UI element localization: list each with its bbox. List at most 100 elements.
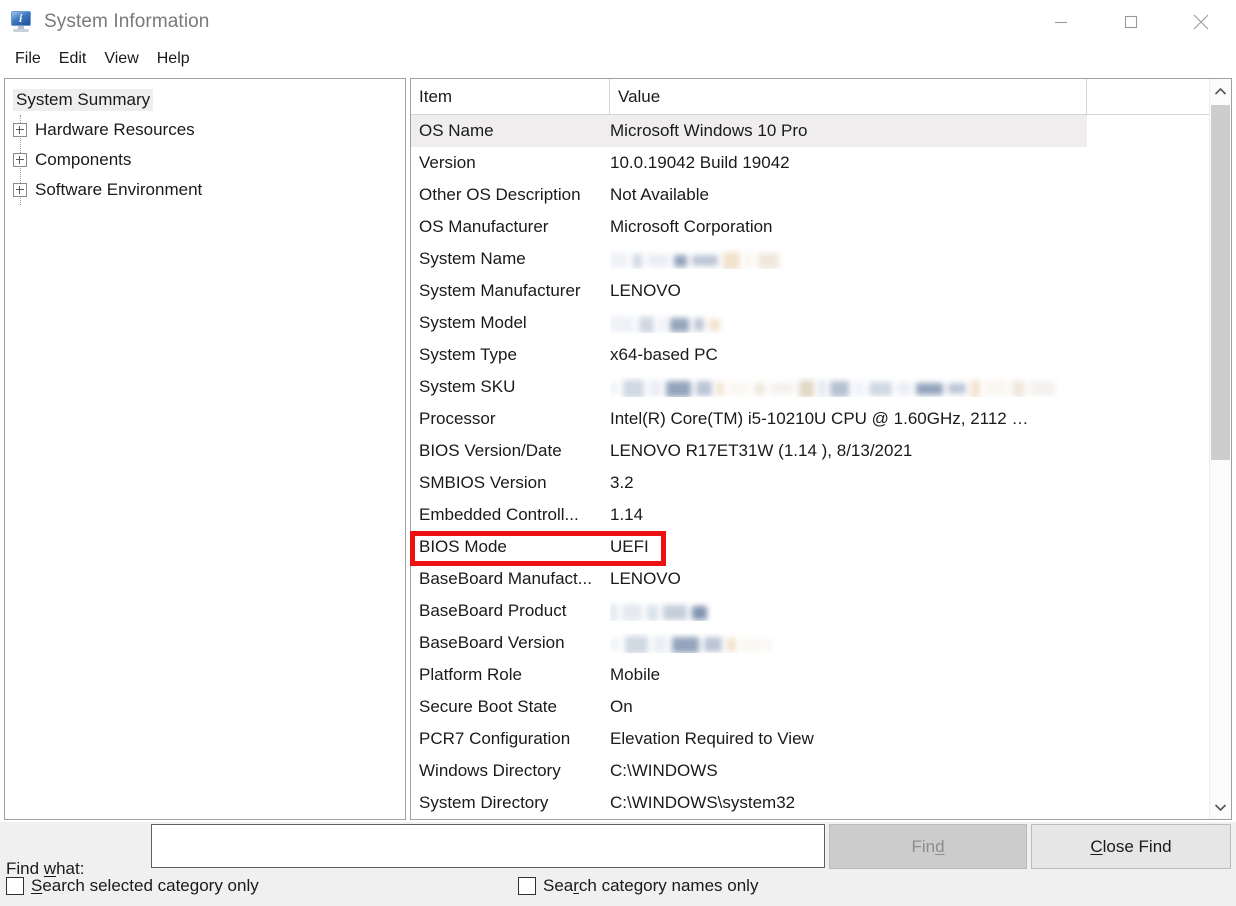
cell-item: Processor xyxy=(411,409,610,429)
table-row[interactable]: Secure Boot StateOn xyxy=(411,691,1231,723)
find-input-wrapper[interactable] xyxy=(151,824,825,868)
cell-item: Secure Boot State xyxy=(411,697,610,717)
detail-list-rows: OS NameMicrosoft Windows 10 ProVersion10… xyxy=(411,115,1231,819)
tree-item-label: Software Environment xyxy=(35,180,202,200)
table-row[interactable]: OS NameMicrosoft Windows 10 Pro xyxy=(411,115,1087,147)
cell-item: System Model xyxy=(411,313,610,333)
tree-item-label: Components xyxy=(35,150,131,170)
cell-value: LENOVO R17ET31W (1.14 ), 8/13/2021 xyxy=(610,441,1231,461)
expand-plus-icon[interactable] xyxy=(13,153,27,167)
cell-value: Elevation Required to View xyxy=(610,729,1231,749)
cell-value xyxy=(610,633,1231,653)
table-row[interactable]: BaseBoard Product xyxy=(411,595,1231,627)
table-row[interactable]: PCR7 ConfigurationElevation Required to … xyxy=(411,723,1231,755)
category-tree: System Summary Hardware Resources Compon… xyxy=(5,79,405,205)
cell-item: BIOS Mode xyxy=(411,537,610,557)
table-row[interactable]: OS ManufacturerMicrosoft Corporation xyxy=(411,211,1231,243)
tree-item-hardware-resources[interactable]: Hardware Resources xyxy=(9,115,405,145)
cell-item: Platform Role xyxy=(411,665,610,685)
table-row[interactable]: Embedded Controll...1.14 xyxy=(411,499,1231,531)
tree-item-software-environment[interactable]: Software Environment xyxy=(9,175,405,205)
cell-item: System Directory xyxy=(411,793,610,813)
table-row[interactable]: BaseBoard Version xyxy=(411,627,1231,659)
detail-list-panel: Item Value OS NameMicrosoft Windows 10 P… xyxy=(410,78,1232,820)
close-button[interactable] xyxy=(1166,0,1236,44)
cell-value: C:\WINDOWS xyxy=(610,761,1231,781)
search-selected-category-checkbox[interactable] xyxy=(6,877,24,895)
cell-item: System Type xyxy=(411,345,610,365)
search-selected-category-row[interactable]: Search selected category only xyxy=(6,876,259,896)
cell-item: BaseBoard Product xyxy=(411,601,610,621)
cell-item: OS Manufacturer xyxy=(411,217,610,237)
redacted-value xyxy=(610,314,725,333)
system-information-window: System Information File Edit View Help xyxy=(0,0,1236,906)
cell-item: SMBIOS Version xyxy=(411,473,610,493)
cell-value: C:\WINDOWS\system32 xyxy=(610,793,1231,813)
find-button[interactable]: Find xyxy=(829,824,1027,869)
cell-item: System Name xyxy=(411,249,610,269)
menu-edit[interactable]: Edit xyxy=(50,48,96,70)
table-row[interactable]: BIOS ModeUEFI xyxy=(411,531,1231,563)
table-row[interactable]: BIOS Version/DateLENOVO R17ET31W (1.14 )… xyxy=(411,435,1231,467)
cell-value: LENOVO xyxy=(610,569,1231,589)
cell-item: Other OS Description xyxy=(411,185,610,205)
cell-item: Windows Directory xyxy=(411,761,610,781)
menu-file[interactable]: File xyxy=(6,48,50,70)
menu-help[interactable]: Help xyxy=(148,48,199,70)
table-row[interactable]: SMBIOS Version3.2 xyxy=(411,467,1231,499)
title-bar: System Information xyxy=(0,0,1236,44)
cell-item: OS Name xyxy=(411,121,610,141)
cell-value: UEFI xyxy=(610,537,1231,557)
cell-item: BaseBoard Manufact... xyxy=(411,569,610,589)
cell-value xyxy=(610,313,1231,333)
search-category-names-checkbox[interactable] xyxy=(518,877,536,895)
table-row[interactable]: System SKU xyxy=(411,371,1231,403)
cell-value: Microsoft Windows 10 Pro xyxy=(610,121,1087,141)
search-category-names-label: Search category names only xyxy=(543,876,758,896)
window-title: System Information xyxy=(44,11,209,33)
expand-plus-icon[interactable] xyxy=(13,123,27,137)
table-row[interactable]: Other OS DescriptionNot Available xyxy=(411,179,1231,211)
table-row[interactable]: System DirectoryC:\WINDOWS\system32 xyxy=(411,787,1231,819)
cell-value: On xyxy=(610,697,1231,717)
tree-item-label: System Summary xyxy=(13,89,153,111)
table-row[interactable]: System Typex64-based PC xyxy=(411,339,1231,371)
scroll-up-button[interactable] xyxy=(1210,79,1231,103)
redacted-value xyxy=(610,634,775,653)
table-row[interactable]: System Model xyxy=(411,307,1231,339)
cell-value xyxy=(610,601,1231,621)
table-row[interactable]: Version10.0.19042 Build 19042 xyxy=(411,147,1231,179)
tree-item-label: Hardware Resources xyxy=(35,120,195,140)
table-row[interactable]: Windows DirectoryC:\WINDOWS xyxy=(411,755,1231,787)
detail-vertical-scrollbar[interactable] xyxy=(1209,79,1231,819)
table-row[interactable]: Platform RoleMobile xyxy=(411,659,1231,691)
table-row[interactable]: ProcessorIntel(R) Core(TM) i5-10210U CPU… xyxy=(411,403,1231,435)
menu-bar: File Edit View Help xyxy=(0,44,1236,74)
cell-item: BaseBoard Version xyxy=(411,633,610,653)
table-row[interactable]: BaseBoard Manufact...LENOVO xyxy=(411,563,1231,595)
maximize-button[interactable] xyxy=(1096,0,1166,44)
column-header-item[interactable]: Item xyxy=(411,79,610,115)
cell-item: PCR7 Configuration xyxy=(411,729,610,749)
cell-value: 10.0.19042 Build 19042 xyxy=(610,153,1231,173)
search-category-names-row[interactable]: Search category names only xyxy=(518,876,758,896)
close-find-button[interactable]: Close Find xyxy=(1031,824,1231,869)
expand-plus-icon[interactable] xyxy=(13,183,27,197)
menu-view[interactable]: View xyxy=(95,48,147,70)
tree-item-system-summary[interactable]: System Summary xyxy=(9,85,405,115)
minimize-button[interactable] xyxy=(1026,0,1096,44)
column-header-value[interactable]: Value xyxy=(610,79,1087,115)
find-input[interactable] xyxy=(152,825,824,867)
redacted-value xyxy=(610,250,784,269)
tree-item-components[interactable]: Components xyxy=(9,145,405,175)
system-information-icon xyxy=(10,11,34,33)
table-row[interactable]: System ManufacturerLENOVO xyxy=(411,275,1231,307)
cell-value: 1.14 xyxy=(610,505,1231,525)
cell-value: LENOVO xyxy=(610,281,1231,301)
category-tree-panel: System Summary Hardware Resources Compon… xyxy=(4,78,406,820)
table-row[interactable]: System Name xyxy=(411,243,1231,275)
redacted-value xyxy=(610,602,712,621)
scroll-down-button[interactable] xyxy=(1210,795,1231,819)
scrollbar-thumb[interactable] xyxy=(1211,105,1230,460)
cell-item: System SKU xyxy=(411,377,610,397)
